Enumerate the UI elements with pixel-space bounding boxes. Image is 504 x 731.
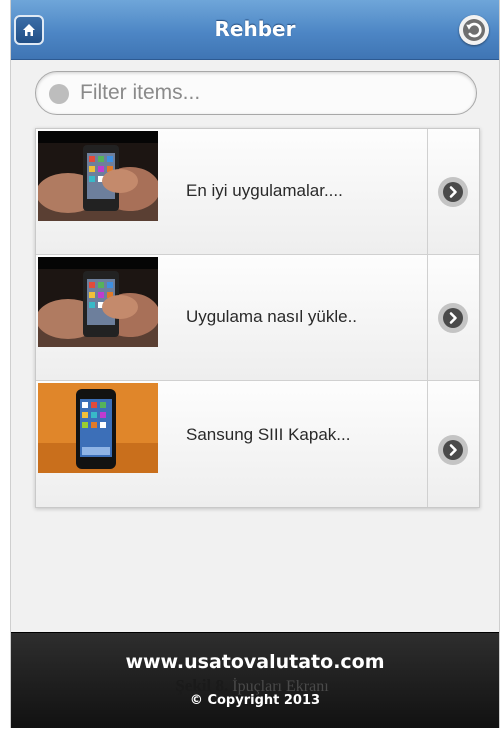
list-item-label: Sansung SIII Kapak... <box>186 425 351 444</box>
chevron-right-circle-icon <box>438 435 468 465</box>
list-item[interactable]: Sansung SIII Kapak... <box>36 381 479 507</box>
filter-input[interactable] <box>80 76 460 110</box>
back-button[interactable] <box>459 15 489 45</box>
video-thumbnail <box>38 257 158 347</box>
tips-list: En iyi uygulamalar.... Uygulama nasıl yü… <box>35 128 480 508</box>
back-icon <box>463 19 485 41</box>
chevron-right-circle-icon <box>438 303 468 333</box>
list-item-label: En iyi uygulamalar.... <box>186 181 343 200</box>
caption-label: Şekil 8. <box>175 676 229 695</box>
app-screen: Rehber Filter items... En iyi uygulamala… <box>10 0 500 728</box>
search-icon <box>49 84 69 104</box>
list-item[interactable]: En iyi uygulamalar.... <box>36 129 479 255</box>
header-bar: Rehber <box>11 0 499 60</box>
filter-search-box[interactable] <box>35 71 477 115</box>
video-thumbnail <box>38 131 158 221</box>
video-thumbnail <box>38 383 158 473</box>
list-item[interactable]: Uygulama nasıl yükle.. <box>36 255 479 381</box>
footer-site-link[interactable]: www.usatovalutato.com <box>11 651 499 673</box>
list-item-label: Uygulama nasıl yükle.. <box>186 307 358 326</box>
chevron-right-circle-icon <box>438 177 468 207</box>
figure-caption: Şekil 8. İpuçları Ekranı <box>0 676 504 696</box>
list-item-action[interactable] <box>427 381 479 507</box>
page-title: Rehber <box>214 17 296 41</box>
caption-text: İpuçları Ekranı <box>232 678 329 695</box>
list-item-action[interactable] <box>427 129 479 254</box>
list-item-action[interactable] <box>427 255 479 380</box>
